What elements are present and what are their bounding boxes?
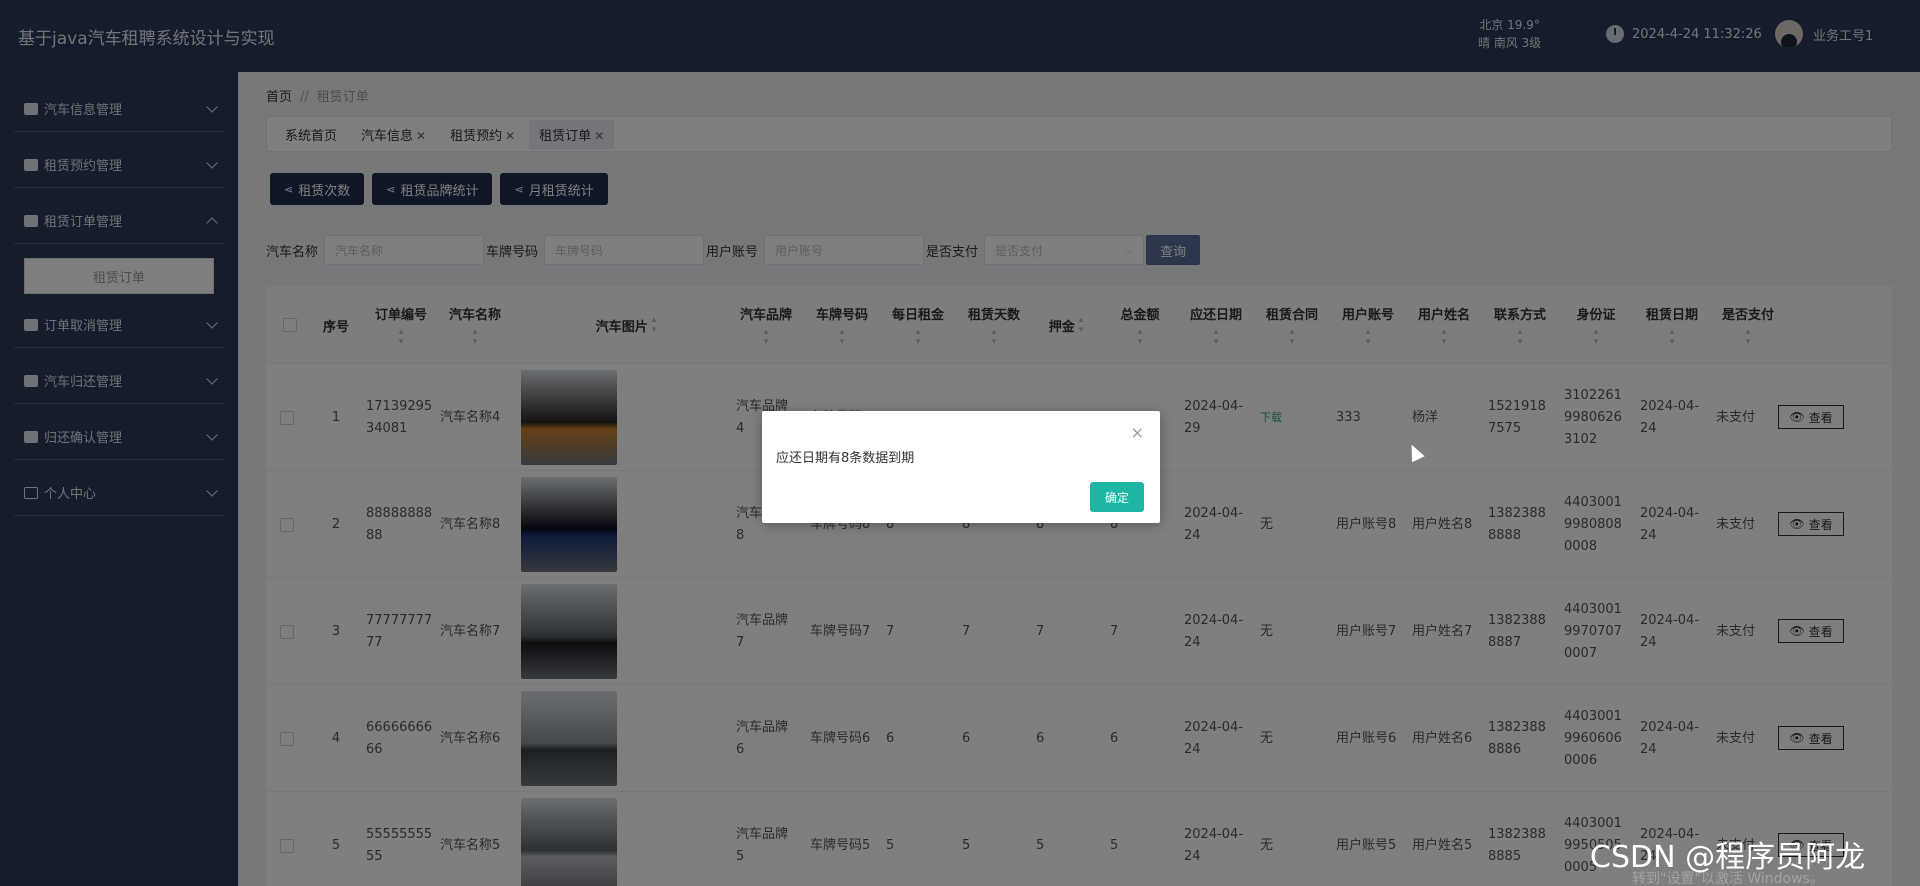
confirm-button[interactable]: 确定 [1090,482,1144,512]
alert-dialog: × 应还日期有8条数据到期 确定 [762,411,1160,523]
windows-activation-notice: 转到"设置"以激活 Windows。 [1632,871,1824,886]
close-icon[interactable]: × [1131,423,1144,442]
alert-message: 应还日期有8条数据到期 [776,451,915,466]
